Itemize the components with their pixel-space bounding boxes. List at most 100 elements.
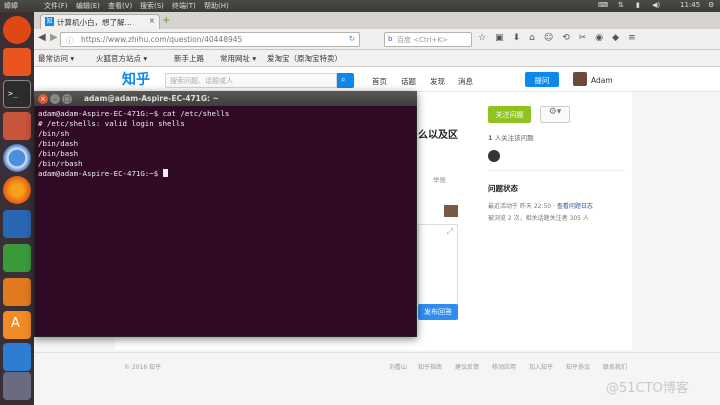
terminal-line: # /etc/shells: valid login shells [38, 119, 185, 128]
bookmarks-bar: 最常访问 ▾ 火狐官方站点 ▾ 新手上路 常用网址 ▾ 爱淘宝（原淘宝特卖） [34, 50, 720, 67]
question-settings-button[interactable]: ⚙▾ [540, 106, 570, 123]
bookmark-aitaobao[interactable]: 爱淘宝（原淘宝特卖） [267, 53, 342, 64]
url-input[interactable]: ⓘ https://www.zhihu.com/question/4044894… [60, 32, 360, 47]
system-menubar: 蟑蟑 文件(F) 编辑(E) 查看(V) 搜索(S) 终端(T) 帮助(H) ⌨… [0, 0, 720, 12]
gear-icon: ⚙▾ [548, 107, 562, 117]
report-link[interactable]: 举报 [433, 174, 446, 184]
view-log-link[interactable]: 查看问题日志 [557, 203, 593, 210]
zhihu-search-button[interactable]: ⌕ [337, 73, 354, 88]
footer-link-terms[interactable]: 知乎协议 [566, 362, 590, 371]
app-name: 蟑蟑 [4, 2, 18, 10]
nav-topics[interactable]: 话题 [401, 76, 416, 87]
terminal-titlebar[interactable]: adam@adam-Aspire-EC-471G: ~ [34, 91, 417, 106]
terminal-prompt: adam@adam-Aspire-EC-471G:~$ [38, 169, 163, 178]
minimize-icon[interactable]: – [50, 94, 60, 104]
writer-icon[interactable] [3, 210, 31, 238]
question-title: 么以及区 [418, 130, 458, 141]
menu-help[interactable]: 帮助(H) [204, 1, 229, 11]
close-icon[interactable]: × [38, 94, 48, 104]
ask-button[interactable]: 提问 [525, 72, 559, 87]
bookmark-common-sites[interactable]: 常用网址 ▾ [220, 53, 256, 64]
zhihu-search-input[interactable]: 搜索问题、话题或人 [165, 73, 337, 88]
settings-icon[interactable] [3, 372, 31, 400]
footer-link-join[interactable]: 加入知乎 [529, 362, 553, 371]
footer-link-feedback[interactable]: 建议反馈 [455, 362, 479, 371]
expand-icon[interactable]: ⤢ [447, 227, 453, 237]
ubuntu-dash-icon[interactable] [3, 16, 31, 44]
last-active-text: 最近活动于 昨天 22:50 · [488, 203, 557, 210]
username[interactable]: Adam [591, 76, 613, 85]
terminal-line: /bin/rbash [38, 159, 83, 168]
chromium-icon[interactable] [3, 144, 31, 172]
terminal-line: /bin/dash [38, 139, 79, 148]
dash-app-icon[interactable] [3, 48, 31, 76]
nav-explore[interactable]: 发现 [430, 76, 445, 87]
question-status-title: 问题状态 [488, 184, 518, 193]
avatar[interactable] [573, 72, 587, 86]
menu-search[interactable]: 搜索(S) [140, 1, 164, 11]
software-center-icon[interactable]: A [3, 311, 31, 339]
url-text: https://www.zhihu.com/question/40448945 [81, 35, 243, 44]
clock[interactable]: 11:45 [680, 1, 700, 9]
answer-editor[interactable]: ⤢ [418, 224, 458, 314]
calc-icon[interactable] [3, 244, 31, 272]
browser-tab[interactable]: 知 计算机小白，想了解… × [40, 14, 160, 29]
browser-toolbar-icons[interactable]: ☆▣⬇⌂☺⟲✂◉◆≡ [478, 33, 645, 43]
power-icon[interactable]: ⚙ [708, 1, 714, 9]
terminal-icon[interactable]: >_ [3, 80, 31, 108]
footer-link-liukanshan[interactable]: 刘看山 [389, 362, 407, 371]
publish-answer-button[interactable]: 发布回答 [418, 304, 458, 320]
forward-icon[interactable]: ▶ [50, 32, 58, 43]
terminal-output[interactable]: adam@adam-Aspire-EC-471G:~$ cat /etc/she… [38, 109, 410, 179]
back-icon[interactable]: ◀ [38, 32, 46, 43]
nav-home[interactable]: 首页 [372, 76, 387, 87]
terminal-line: /bin/sh [38, 129, 70, 138]
menu-file[interactable]: 文件(F) [44, 1, 68, 11]
terminal-line: /bin/bash [38, 149, 79, 158]
terminal-line: adam@adam-Aspire-EC-471G:~$ cat /etc/she… [38, 109, 230, 118]
search-icon: ⌕ [341, 75, 346, 84]
menu-view[interactable]: 查看(V) [108, 1, 132, 11]
menu-edit[interactable]: 编辑(E) [76, 1, 100, 11]
follow-question-button[interactable]: 关注问题 [488, 106, 531, 123]
answer-avatar [444, 205, 458, 217]
impress-icon[interactable] [3, 278, 31, 306]
close-tab-icon[interactable]: × [149, 16, 155, 25]
bookmark-firefox-site[interactable]: 火狐官方站点 ▾ [96, 53, 147, 64]
search-placeholder: 百度 <Ctrl+K> [397, 36, 448, 44]
followers-line: 1 人关注该问题 [488, 132, 534, 142]
terminal-cursor [162, 169, 168, 177]
followers-count[interactable]: 1 [488, 134, 493, 142]
menu-terminal[interactable]: 终端(T) [172, 1, 196, 11]
new-tab-icon[interactable]: + [162, 15, 170, 26]
update-icon[interactable] [3, 343, 31, 371]
keyboard-icon[interactable]: ⌨ [598, 1, 608, 9]
reload-icon[interactable]: ↻ [349, 34, 355, 43]
zhihu-favicon-icon: 知 [45, 17, 54, 26]
wifi-icon[interactable]: ⇅ [618, 1, 624, 9]
firefox-icon[interactable] [3, 176, 31, 204]
maximize-icon[interactable]: □ [62, 94, 72, 104]
footer-link-contact[interactable]: 联系我们 [603, 362, 627, 371]
divider [488, 170, 626, 171]
terminal-title: adam@adam-Aspire-EC-471G: ~ [84, 94, 219, 103]
nav-messages[interactable]: 消息 [458, 76, 473, 87]
info-icon[interactable]: ⓘ [66, 35, 74, 46]
footer-link-guide[interactable]: 知乎指南 [418, 362, 442, 371]
follower-avatar[interactable] [488, 150, 500, 162]
launcher: >_ A [0, 12, 34, 405]
tab-title: 计算机小白，想了解… [57, 18, 132, 27]
baidu-icon: b [388, 35, 393, 43]
last-active: 最近活动于 昨天 22:50 · 查看问题日志 [488, 201, 593, 210]
zhihu-logo[interactable]: 知乎 [122, 69, 150, 89]
battery-icon[interactable]: ▮ [636, 1, 640, 9]
search-input[interactable]: b 百度 <Ctrl+K> [384, 32, 472, 47]
followers-text: 人关注该问题 [494, 134, 534, 142]
volume-icon[interactable]: ◀) [652, 1, 660, 9]
footer-link-mobile[interactable]: 移动应用 [492, 362, 516, 371]
viewed-stats: 被浏览 2 次，相关话题关注者 305 人 [488, 215, 589, 222]
files-icon[interactable] [3, 112, 31, 140]
bookmark-most-visited[interactable]: 最常访问 ▾ [38, 53, 74, 64]
copyright: © 2016 知乎 [124, 364, 162, 371]
bookmark-getting-started[interactable]: 新手上路 [174, 53, 204, 64]
